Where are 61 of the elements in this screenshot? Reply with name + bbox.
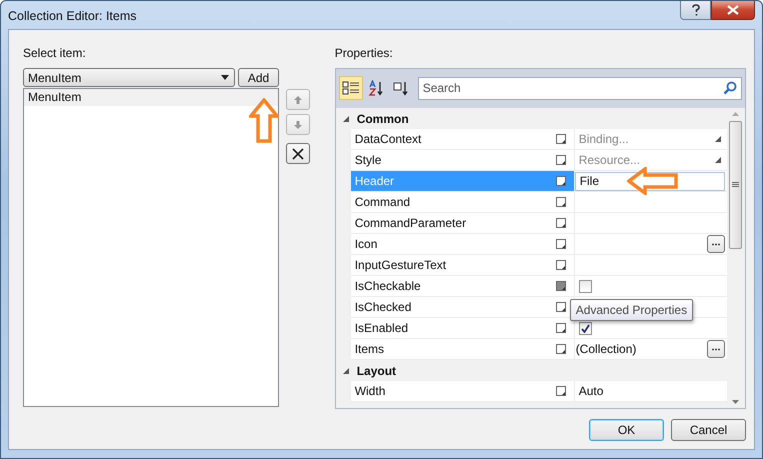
corner-icon — [714, 136, 721, 142]
property-marker-icon[interactable] — [556, 155, 566, 165]
property-name[interactable]: DataContext — [350, 129, 575, 149]
property-value-field[interactable]: Auto — [574, 382, 725, 400]
browse-button[interactable] — [706, 340, 725, 358]
category-header: Common — [356, 112, 409, 126]
property-marker-icon[interactable] — [556, 176, 566, 186]
property-marker-icon[interactable] — [556, 260, 566, 270]
sort-marker-icon — [392, 80, 409, 96]
property-value: (Collection) — [574, 341, 638, 358]
dropdown-arrow-icon — [221, 75, 229, 80]
help-icon — [690, 4, 700, 16]
arrow-drawing — [249, 98, 279, 144]
properties-label: Properties: — [334, 45, 394, 62]
property-name[interactable]: Width — [350, 381, 575, 401]
grip-icon — [732, 182, 739, 188]
property-name[interactable]: Items — [350, 339, 575, 359]
search-icon — [723, 80, 737, 94]
property-value-field[interactable]: File — [574, 172, 725, 190]
arrow-down-icon — [293, 120, 303, 130]
ellipsis-icon — [710, 242, 721, 246]
categorize-button[interactable] — [338, 76, 363, 100]
property-name[interactable]: Style — [350, 150, 575, 170]
property-marker-icon[interactable] — [556, 281, 566, 291]
arrow-up-icon — [293, 94, 303, 104]
ellipsis-icon — [710, 348, 721, 350]
move-up-button[interactable] — [286, 89, 310, 110]
help-button[interactable] — [680, 1, 711, 20]
list-item[interactable]: MenuItem — [24, 89, 278, 106]
arrow-drawing — [626, 167, 679, 195]
expander-icon[interactable] — [342, 366, 350, 374]
add-button[interactable]: Add — [238, 68, 279, 87]
close-button[interactable] — [711, 1, 755, 20]
category-header: Layout — [356, 364, 396, 378]
property-marker-icon[interactable] — [556, 197, 566, 207]
checkbox[interactable] — [578, 280, 592, 292]
move-down-button[interactable] — [286, 114, 310, 135]
expander-icon[interactable] — [342, 114, 350, 122]
property-marker-icon[interactable] — [556, 134, 566, 144]
property-marker-icon[interactable] — [556, 218, 566, 228]
property-marker-icon[interactable] — [556, 386, 566, 396]
ok-button[interactable]: OK — [589, 419, 664, 441]
close-icon — [292, 148, 304, 160]
property-marker-icon[interactable] — [556, 344, 566, 354]
property-marker-icon[interactable] — [556, 239, 566, 249]
cancel-button[interactable]: Cancel — [671, 419, 746, 441]
property-marker-icon[interactable] — [556, 302, 566, 312]
tooltip: Advanced Properties — [570, 299, 694, 321]
property-marker-icon[interactable] — [556, 323, 566, 333]
corner-icon — [714, 157, 721, 163]
scroll-down-icon[interactable] — [732, 400, 739, 404]
search-field[interactable]: Search — [418, 76, 742, 100]
category-list-icon — [342, 80, 360, 96]
delete-button[interactable] — [286, 143, 310, 164]
window-title: Collection Editor: Items — [8, 9, 137, 23]
checkbox[interactable] — [578, 322, 592, 334]
select-item-label: Select item: — [23, 45, 87, 62]
close-icon — [727, 5, 739, 15]
type-dropdown[interactable]: MenuItem — [23, 68, 235, 87]
browse-button[interactable] — [706, 235, 725, 253]
sort-az-icon — [368, 80, 384, 96]
